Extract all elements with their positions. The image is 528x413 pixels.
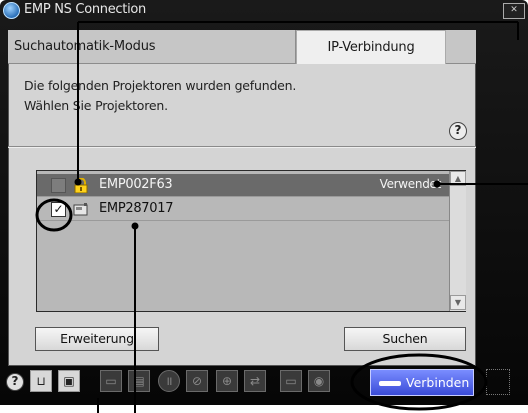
callout-overlay: [35, 21, 528, 413]
